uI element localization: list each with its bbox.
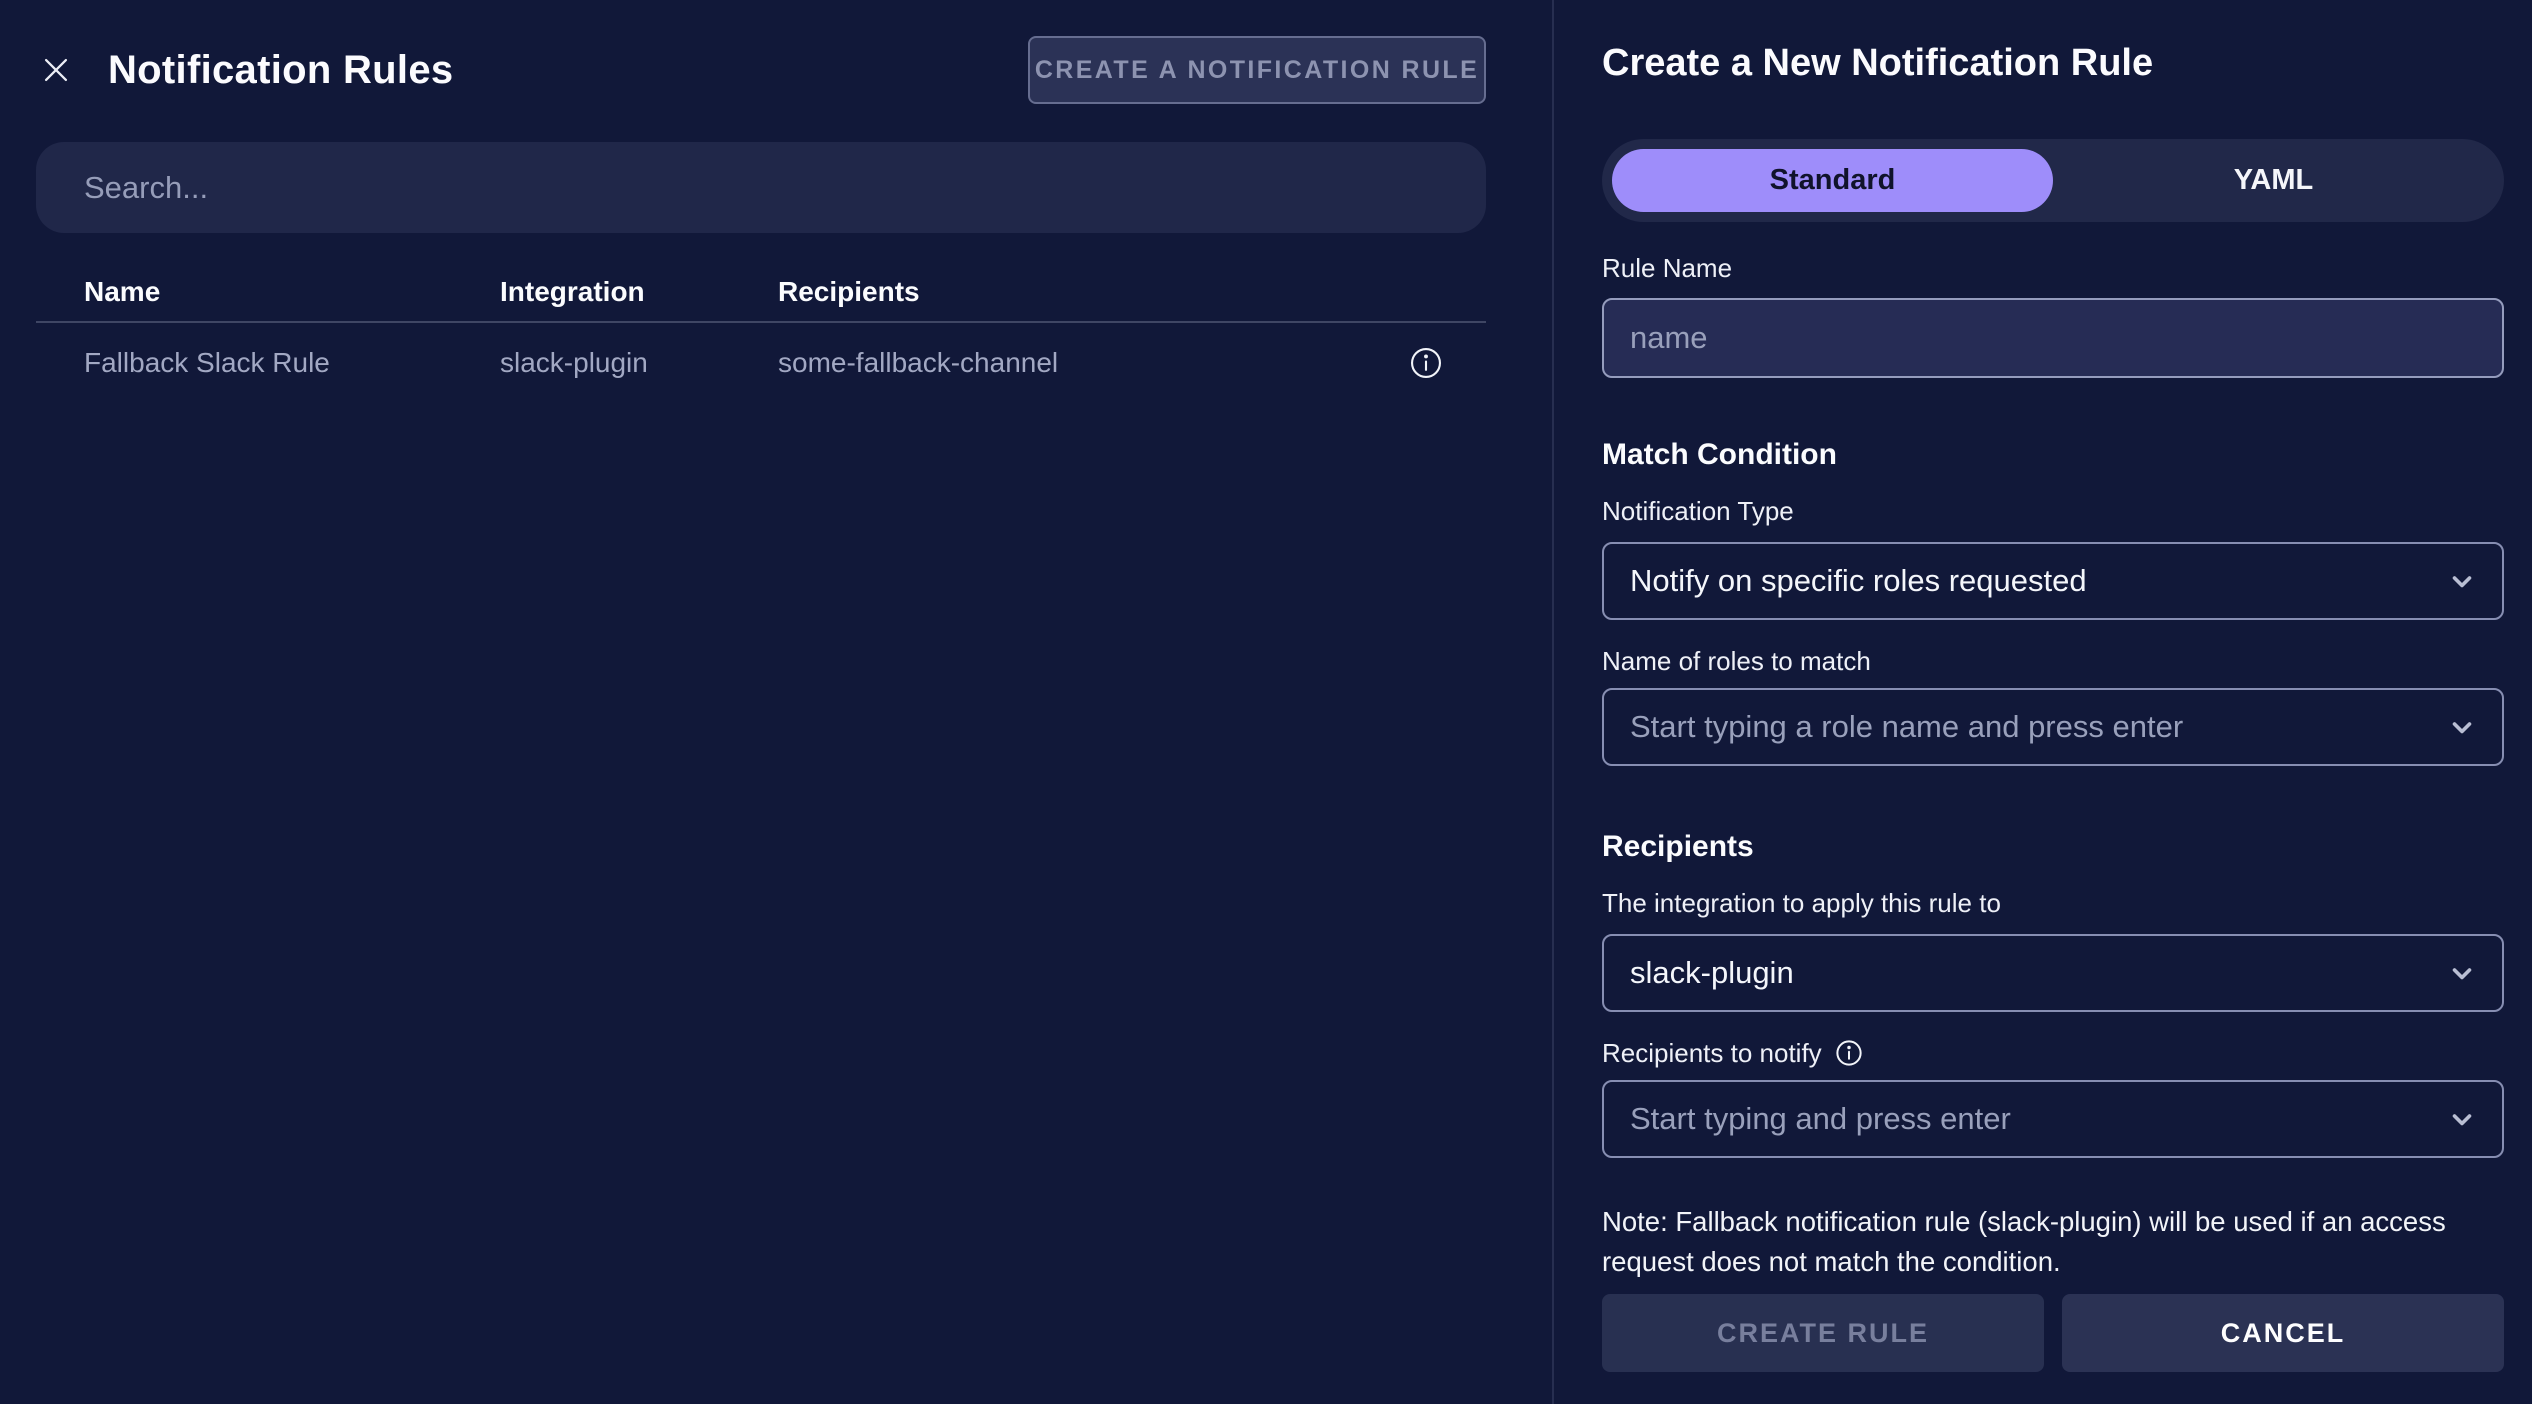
fallback-note: Note: Fallback notification rule (slack-… [1602, 1206, 2446, 1277]
notification-type-label: Notification Type [1602, 496, 1794, 526]
table-header-row: Name Integration Recipients [36, 277, 1486, 323]
recipients-placeholder: Start typing and press enter [1630, 1101, 2011, 1136]
match-condition-heading: Match Condition [1602, 438, 1837, 471]
chevron-down-icon [2444, 563, 2480, 599]
column-header-name: Name [84, 276, 161, 307]
notification-rules-screen: Notification Rules CREATE A NOTIFICATION… [0, 0, 2532, 1404]
cell-name: Fallback Slack Rule [84, 347, 330, 378]
info-icon[interactable] [1834, 1038, 1864, 1068]
panel-header: Notification Rules CREATE A NOTIFICATION… [36, 36, 1486, 104]
integration-label: The integration to apply this rule to [1602, 888, 2001, 918]
recipients-to-notify-select[interactable]: Start typing and press enter [1602, 1080, 2504, 1158]
chevron-down-icon [2444, 1101, 2480, 1137]
tab-yaml[interactable]: YAML [2053, 149, 2494, 212]
create-rule-title: Create a New Notification Rule [1602, 42, 2154, 84]
roles-to-match-select[interactable]: Start typing a role name and press enter [1602, 688, 2504, 766]
notification-type-value: Notify on specific roles requested [1630, 563, 2087, 598]
recipients-heading: Recipients [1602, 830, 1754, 863]
editor-mode-toggle: Standard YAML [1602, 139, 2504, 222]
create-rule-button[interactable]: CREATE RULE [1602, 1294, 2044, 1372]
row-info-button[interactable] [1408, 345, 1444, 381]
action-buttons: CREATE RULE CANCEL [1602, 1294, 2504, 1372]
cancel-button[interactable]: CANCEL [2062, 1294, 2504, 1372]
search-input[interactable] [36, 142, 1486, 233]
close-icon [39, 53, 73, 87]
header-left: Notification Rules [36, 48, 453, 93]
chevron-down-icon [2444, 955, 2480, 991]
integration-value: slack-plugin [1630, 955, 1794, 990]
notification-rules-panel: Notification Rules CREATE A NOTIFICATION… [0, 0, 1552, 1404]
cell-recipients: some-fallback-channel [778, 347, 1059, 378]
notification-type-select[interactable]: Notify on specific roles requested [1602, 542, 2504, 620]
roles-placeholder: Start typing a role name and press enter [1630, 709, 2184, 744]
integration-select[interactable]: slack-plugin [1602, 934, 2504, 1012]
create-notification-rule-button[interactable]: CREATE A NOTIFICATION RULE [1028, 36, 1486, 104]
column-header-integration: Integration [500, 276, 645, 307]
recipients-to-notify-label: Recipients to notify [1602, 1038, 2504, 1068]
create-rule-panel: Create a New Notification Rule Standard … [1552, 0, 2532, 1404]
close-button[interactable] [36, 50, 76, 90]
table-row[interactable]: Fallback Slack Rule slack-plugin some-fa… [36, 323, 1486, 403]
rule-name-label: Rule Name [1602, 253, 1733, 283]
roles-to-match-label: Name of roles to match [1602, 646, 1871, 676]
info-icon [1408, 345, 1444, 381]
tab-standard[interactable]: Standard [1612, 149, 2053, 212]
page-title: Notification Rules [108, 47, 454, 92]
column-header-recipients: Recipients [778, 276, 920, 307]
cell-integration: slack-plugin [500, 347, 648, 378]
recipients-to-notify-text: Recipients to notify [1602, 1038, 1822, 1068]
chevron-down-icon [2444, 709, 2480, 745]
rule-name-input[interactable] [1602, 298, 2504, 378]
rules-table: Name Integration Recipients Fallback Sla… [36, 277, 1486, 403]
